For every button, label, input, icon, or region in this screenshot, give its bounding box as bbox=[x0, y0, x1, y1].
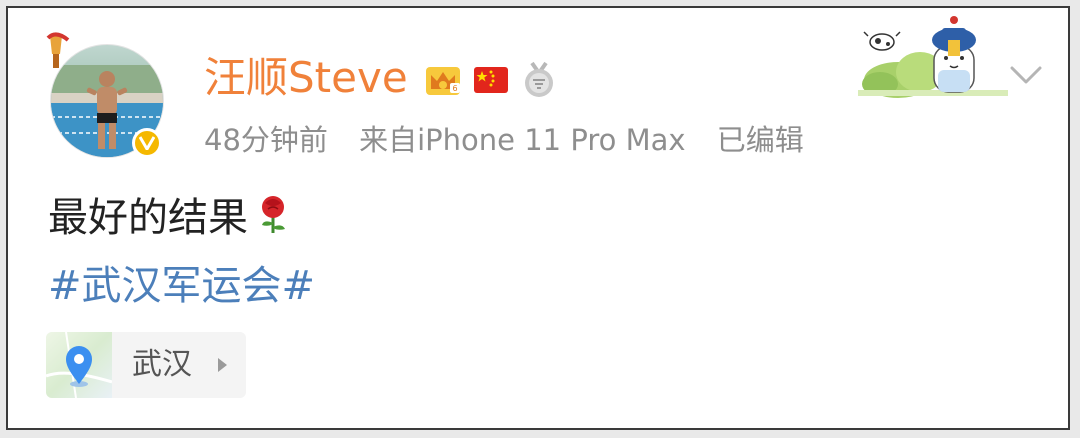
cartoon-sticker-icon bbox=[858, 16, 1008, 98]
post-edited-label[interactable]: 已编辑 bbox=[717, 123, 804, 157]
username-link[interactable]: 汪顺Steve bbox=[204, 52, 408, 104]
post-text: 最好的结果 bbox=[48, 195, 248, 241]
location-name[interactable]: 武汉 bbox=[132, 344, 192, 386]
post-time[interactable]: 48分钟前 bbox=[204, 123, 328, 157]
avatar-frame-icon bbox=[46, 32, 70, 68]
post-content: 最好的结果 bbox=[48, 192, 290, 248]
verified-badge-icon bbox=[132, 128, 162, 158]
user-badges: 6 bbox=[424, 60, 558, 100]
post-meta: 48分钟前 来自iPhone 11 Pro Max 已编辑 bbox=[204, 120, 826, 160]
rose-icon bbox=[256, 193, 290, 248]
hashtag-link[interactable]: #武汉军运会# bbox=[48, 260, 315, 312]
weibo-post-card: 汪顺Steve 6 48分钟前 来自iPhone 11 Pro Max 已编辑 … bbox=[6, 6, 1070, 430]
location-pin-icon bbox=[46, 332, 112, 398]
chevron-down-icon[interactable] bbox=[1006, 60, 1046, 90]
avatar-container[interactable] bbox=[44, 32, 174, 172]
china-flag-icon[interactable] bbox=[472, 61, 510, 99]
svg-text:6: 6 bbox=[452, 84, 457, 93]
medal-badge-icon[interactable] bbox=[520, 61, 558, 99]
location-chip[interactable]: 武汉 bbox=[46, 332, 246, 398]
post-source: 来自iPhone 11 Pro Max bbox=[359, 123, 686, 157]
chevron-right-icon bbox=[218, 358, 227, 372]
location-map-thumbnail bbox=[46, 332, 112, 398]
crown-badge-icon[interactable]: 6 bbox=[424, 61, 462, 99]
